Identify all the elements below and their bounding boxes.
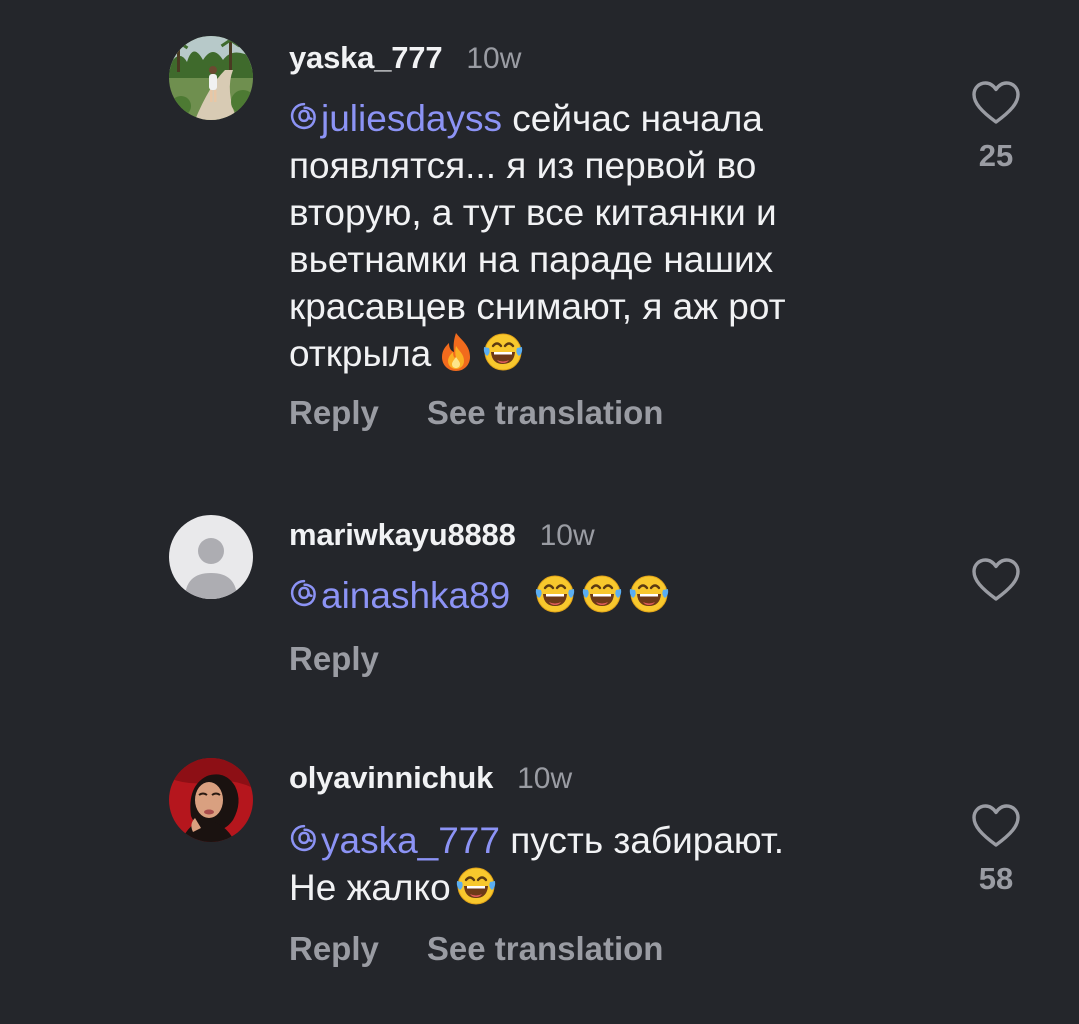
reply-button[interactable]: Reply [289,394,379,432]
heart-icon[interactable] [971,80,1021,126]
avatar[interactable] [169,758,253,842]
mention-link[interactable]: juliesdayss [289,95,502,142]
comment-actions: Reply [289,640,427,678]
face-with-tears-of-joy-emoji-icon [454,864,498,908]
mention-handle: juliesdayss [321,98,502,139]
see-translation-button[interactable]: See translation [427,394,664,432]
heart-icon[interactable] [971,557,1021,603]
comment-header: olyavinnichuk 10w [289,760,572,796]
mention-handle: ainashka89 [321,575,511,616]
comment-line: открыла [289,330,929,377]
at-sign-icon [289,823,319,853]
like-area [968,557,1024,603]
see-translation-button[interactable]: See translation [427,930,664,968]
reply-button[interactable]: Reply [289,930,379,968]
comment-text: ainashka89 [289,572,929,619]
comment-text: yaska_777 пусть забирают. Не жалко [289,817,929,911]
reply-button[interactable]: Reply [289,640,379,678]
comment-line: вьетнамки на параде наших [289,239,774,280]
avatar[interactable] [169,515,253,599]
comment-text: juliesdayss сейчас начала появлятся... я… [289,95,929,377]
comment-line-text: сейчас начала [512,98,763,139]
comment-line: вторую, а тут все китаянки и [289,192,777,233]
comment-line: появлятся... я из первой во [289,145,757,186]
at-sign-icon [289,101,319,131]
like-area: 58 [968,803,1024,897]
comment-line: juliesdayss сейчас начала [289,95,929,142]
comment-actions: Reply See translation [289,394,711,432]
comment-line: Не жалко [289,864,929,911]
comment-line-text: Не жалко [289,867,451,908]
comment-header: yaska_777 10w [289,40,521,76]
avatar-photo [169,36,253,120]
comment-line-text: пусть забирают. [510,820,784,861]
fire-emoji-icon [434,330,478,374]
comment-actions: Reply See translation [289,930,711,968]
face-with-tears-of-joy-emoji-icon [533,572,577,616]
username[interactable]: yaska_777 [289,40,443,76]
like-count: 58 [978,861,1014,896]
avatar-photo [169,758,253,842]
comment-line-text: открыла [289,333,432,374]
username[interactable]: olyavinnichuk [289,760,493,796]
mention-link[interactable]: yaska_777 [289,817,500,864]
like-area: 25 [968,80,1024,174]
timestamp: 10w [517,762,573,795]
like-count: 25 [978,138,1014,173]
mention-link[interactable]: ainashka89 [289,572,510,619]
mention-handle: yaska_777 [321,820,500,861]
face-with-tears-of-joy-emoji-icon [580,572,624,616]
at-sign-icon [289,578,319,608]
comment-line: ainashka89 [289,572,929,619]
timestamp: 10w [539,519,595,552]
heart-icon[interactable] [971,803,1021,849]
comment-line: красавцев снимают, я аж рот [289,286,786,327]
face-with-tears-of-joy-emoji-icon [481,330,525,374]
avatar[interactable] [169,36,253,120]
default-avatar-icon [169,515,253,599]
comment-header: mariwkayu8888 10w [289,517,595,553]
face-with-tears-of-joy-emoji-icon [627,572,671,616]
username[interactable]: mariwkayu8888 [289,517,516,553]
comment-line: yaska_777 пусть забирают. [289,817,929,864]
timestamp: 10w [466,42,522,75]
